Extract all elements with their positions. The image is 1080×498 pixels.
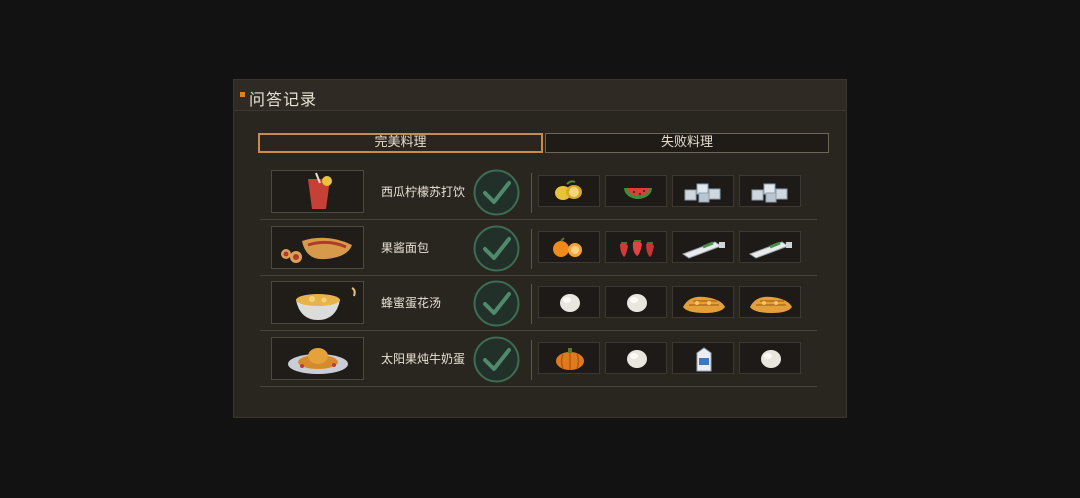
egg-icon[interactable] — [605, 341, 667, 374]
egg-icon[interactable] — [739, 341, 801, 374]
dialog-title-bar: 问答记录 — [234, 80, 846, 111]
egg-icon[interactable] — [605, 286, 667, 318]
milk-carton-icon[interactable] — [672, 341, 734, 374]
column-separator — [531, 339, 532, 380]
dish-name: 果酱面包 — [381, 240, 430, 255]
watermelon-icon[interactable] — [605, 175, 667, 207]
checkmark-icon — [472, 168, 521, 217]
tab-failed-dishes[interactable]: 失败料理 — [545, 133, 829, 153]
dish-name: 蜂蜜蛋花汤 — [381, 296, 442, 310]
record-dialog: 问答记录 完美料理 失败料理 西瓜柠檬苏打饮 果酱面包 蜂蜜蛋花汤 太阳果炖牛奶… — [233, 79, 847, 418]
table-row[interactable]: 蜂蜜蛋花汤 — [260, 276, 817, 331]
egg-icon[interactable] — [538, 286, 600, 318]
dish-name: 西瓜柠檬苏打饮 — [381, 185, 466, 199]
checkmark-icon — [472, 279, 521, 328]
orange-icon[interactable] — [538, 230, 600, 263]
checkmark-icon — [472, 335, 521, 384]
lemon-icon[interactable] — [538, 175, 600, 207]
cream-tube-icon[interactable] — [739, 230, 801, 263]
column-separator — [531, 173, 532, 213]
cream-tube-icon[interactable] — [672, 230, 734, 263]
honey-egg-soup-icon — [271, 281, 364, 324]
table-row[interactable]: 太阳果炖牛奶蛋 — [260, 332, 817, 387]
honeycomb-icon[interactable] — [672, 286, 734, 318]
tab-perfect-dishes[interactable]: 完美料理 — [258, 133, 543, 153]
sunfruit-milk-egg-stew-icon — [271, 336, 364, 380]
dialog-title: 问答记录 — [249, 90, 318, 109]
watermelon-lemon-soda-icon — [271, 170, 364, 213]
dish-name: 太阳果炖牛奶蛋 — [381, 351, 466, 366]
checkmark-icon — [472, 224, 521, 273]
pumpkin-icon[interactable] — [538, 341, 600, 374]
ice-cubes-icon[interactable] — [739, 175, 801, 207]
record-list[interactable]: 西瓜柠檬苏打饮 果酱面包 蜂蜜蛋花汤 太阳果炖牛奶蛋 — [234, 165, 846, 404]
jam-bread-icon — [271, 225, 364, 269]
honeycomb-icon[interactable] — [739, 286, 801, 318]
title-marker — [240, 92, 245, 97]
strawberry-icon[interactable] — [605, 230, 667, 263]
column-separator — [531, 284, 532, 324]
column-separator — [531, 228, 532, 269]
table-row[interactable]: 果酱面包 — [260, 221, 817, 276]
table-row[interactable]: 西瓜柠檬苏打饮 — [260, 165, 817, 220]
ice-cubes-icon[interactable] — [672, 175, 734, 207]
list-bottom-fade — [234, 389, 846, 404]
